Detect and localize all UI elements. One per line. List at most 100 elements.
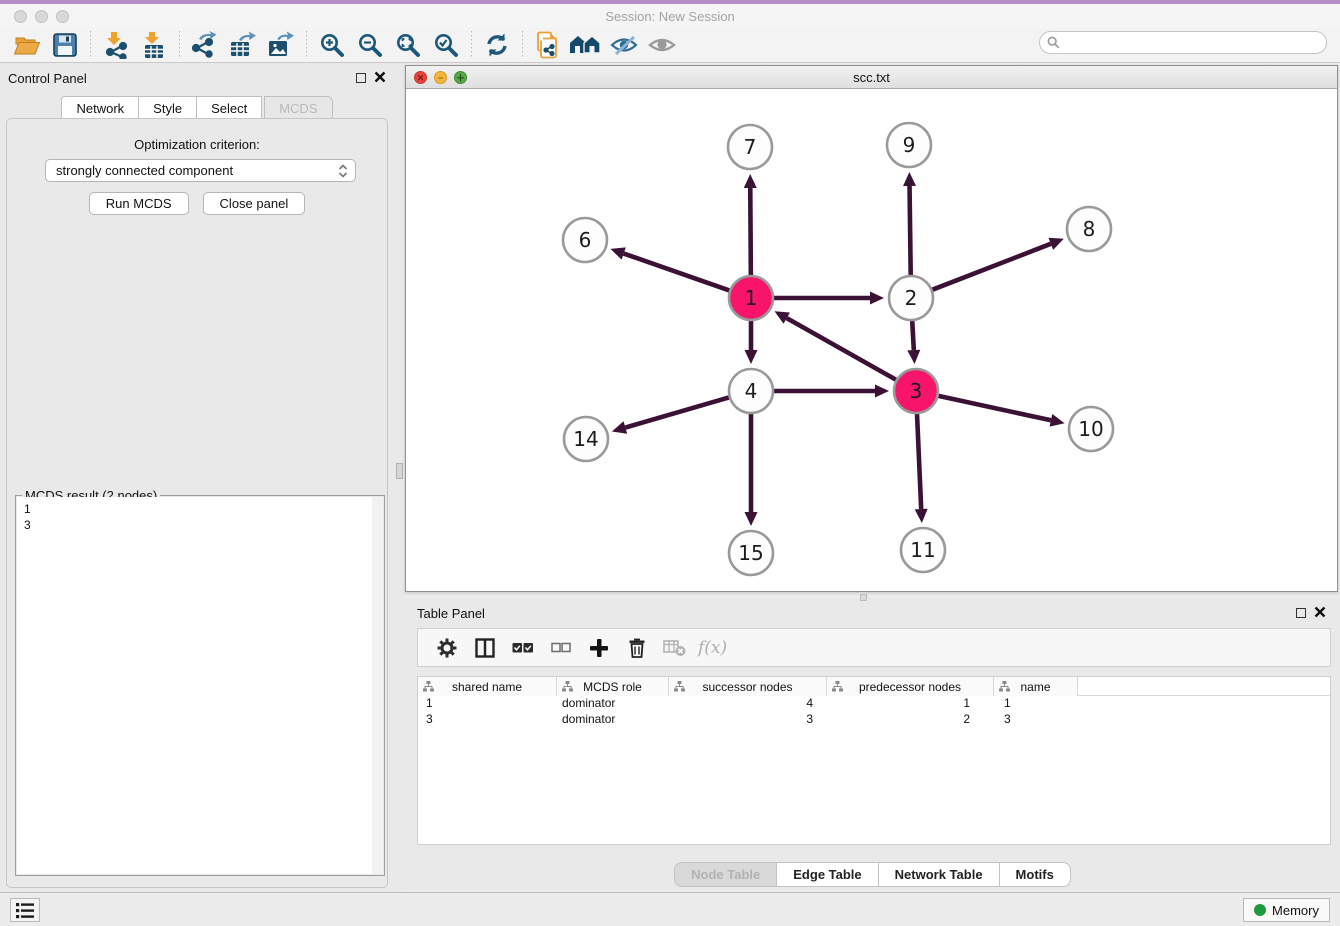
export-image-icon [267,31,295,59]
tab-network-table[interactable]: Network Table [879,862,1000,887]
graph-edge-4-14[interactable] [612,397,729,433]
column-header-label: name [1020,680,1050,694]
float-panel-icon[interactable] [356,73,366,83]
toolbar-separator [522,31,523,59]
divider-grip[interactable] [396,463,403,479]
column-header-shared-name[interactable]: shared name [418,677,557,696]
graph-edge-3-10[interactable] [938,396,1064,427]
task-history-button[interactable] [10,898,40,922]
delete-column-button[interactable] [622,633,652,663]
select-all-rows-button[interactable] [508,633,538,663]
trash-icon [628,637,646,658]
graph-node-7[interactable]: 7 [728,125,772,169]
column-header-name[interactable]: name [994,677,1078,696]
column-settings-button[interactable] [432,633,462,663]
graph-edge-4-3[interactable] [774,385,889,398]
table-row[interactable]: 1dominator411 [418,696,1330,712]
mcds-result-text[interactable]: 13 [17,497,383,874]
export-table-button[interactable] [226,30,260,60]
search-icon [1047,36,1060,49]
table-row[interactable]: 3dominator323 [418,712,1330,728]
graph-edge-2-9[interactable] [903,172,916,275]
graph-node-10[interactable]: 10 [1069,407,1113,451]
graph-node-label: 7 [744,135,757,159]
node-table: shared name MCDS rolesuccessor nodes prede… [417,676,1331,845]
graph-node-14[interactable]: 14 [564,417,608,461]
column-header-label: predecessor nodes [859,680,961,694]
table-header-row: shared name MCDS rolesuccessor nodes prede… [418,677,1330,696]
run-mcds-button[interactable]: Run MCDS [89,192,189,215]
tree-icon [423,681,434,692]
tab-motifs[interactable]: Motifs [1000,862,1071,887]
import-table-button[interactable] [137,30,171,60]
close-table-panel-icon[interactable] [1314,606,1326,618]
function-builder-button[interactable]: f(x) [698,633,727,663]
graph-node-1[interactable]: 1 [729,276,773,320]
close-panel-icon[interactable] [374,71,386,83]
graph-edge-1-6[interactable] [610,247,729,290]
graph-node-9[interactable]: 9 [887,123,931,167]
graph-node-11[interactable]: 11 [901,528,945,572]
apply-layout-button[interactable] [480,30,514,60]
export-network-button[interactable] [188,30,222,60]
hide-graphics-details-button[interactable] [607,30,641,60]
network-canvas[interactable]: 1 2 3 4 6 7 8 9 10 11 14 15 [406,89,1337,592]
tree-icon [832,681,843,692]
deselect-all-rows-button[interactable] [546,633,576,663]
column-header-successor-nodes[interactable]: successor nodes [669,677,827,696]
zoom-in-icon [319,32,345,58]
columns-icon [475,638,495,658]
graph-edge-1-7[interactable] [744,174,757,275]
result-line: 1 [24,501,383,517]
column-header-mcds-role[interactable]: MCDS role [557,677,669,696]
zoom-out-button[interactable] [353,30,387,60]
graph-node-8[interactable]: 8 [1067,207,1111,251]
graph-edge-2-3[interactable] [907,321,920,364]
import-network-button[interactable] [99,30,133,60]
graph-node-15[interactable]: 15 [729,531,773,575]
graph-edge-1-2[interactable] [774,292,884,305]
tab-node-table[interactable]: Node Table [674,862,777,887]
optimization-dropdown-value: strongly connected component [56,163,233,178]
export-image-button[interactable] [264,30,298,60]
open-session-button[interactable] [10,30,44,60]
graph-edge-2-8[interactable] [932,238,1063,290]
zoom-selected-icon [433,32,459,58]
panel-divider[interactable] [394,63,405,892]
graph-node-4[interactable]: 4 [729,369,773,413]
zoom-in-button[interactable] [315,30,349,60]
delete-table-button[interactable] [660,633,690,663]
graph-node-6[interactable]: 6 [563,218,607,262]
graph-node-label: 15 [738,541,763,565]
graph-edge-3-1[interactable] [775,311,896,379]
add-column-button[interactable] [584,633,614,663]
tab-edge-table[interactable]: Edge Table [777,862,878,887]
optimization-dropdown[interactable]: strongly connected component [45,159,356,182]
network-window-titlebar[interactable]: ✕ − ＋ scc.txt [406,66,1337,89]
memory-button[interactable]: Memory [1243,898,1330,922]
close-panel-button[interactable]: Close panel [203,192,306,215]
show-graphics-details-button[interactable] [645,30,679,60]
network-overview-button[interactable] [569,30,603,60]
graph-node-3[interactable]: 3 [894,369,938,413]
refresh-icon [484,32,510,58]
result-scrollbar[interactable] [372,497,383,874]
table-body: 1dominator4113dominator323 [418,696,1330,728]
graph-node-label: 8 [1083,217,1096,241]
search-input[interactable] [1064,34,1326,52]
zoom-fit-button[interactable] [391,30,425,60]
graph-edge-4-15[interactable] [745,414,758,526]
dropdown-stepper-icon [337,162,349,180]
float-table-panel-icon[interactable] [1296,608,1306,618]
duplicate-network-button[interactable] [531,30,565,60]
graph-edge-3-11[interactable] [915,414,928,523]
graph-edge-1-4[interactable] [745,321,758,364]
application-window: Session: New Session [0,0,1340,926]
zoom-selected-button[interactable] [429,30,463,60]
column-header-predecessor-nodes[interactable]: predecessor nodes [827,677,994,696]
column-browser-button[interactable] [470,633,500,663]
save-session-button[interactable] [48,30,82,60]
table-cell: dominator [557,712,669,728]
graph-node-2[interactable]: 2 [889,276,933,320]
column-header-label: shared name [452,680,522,694]
